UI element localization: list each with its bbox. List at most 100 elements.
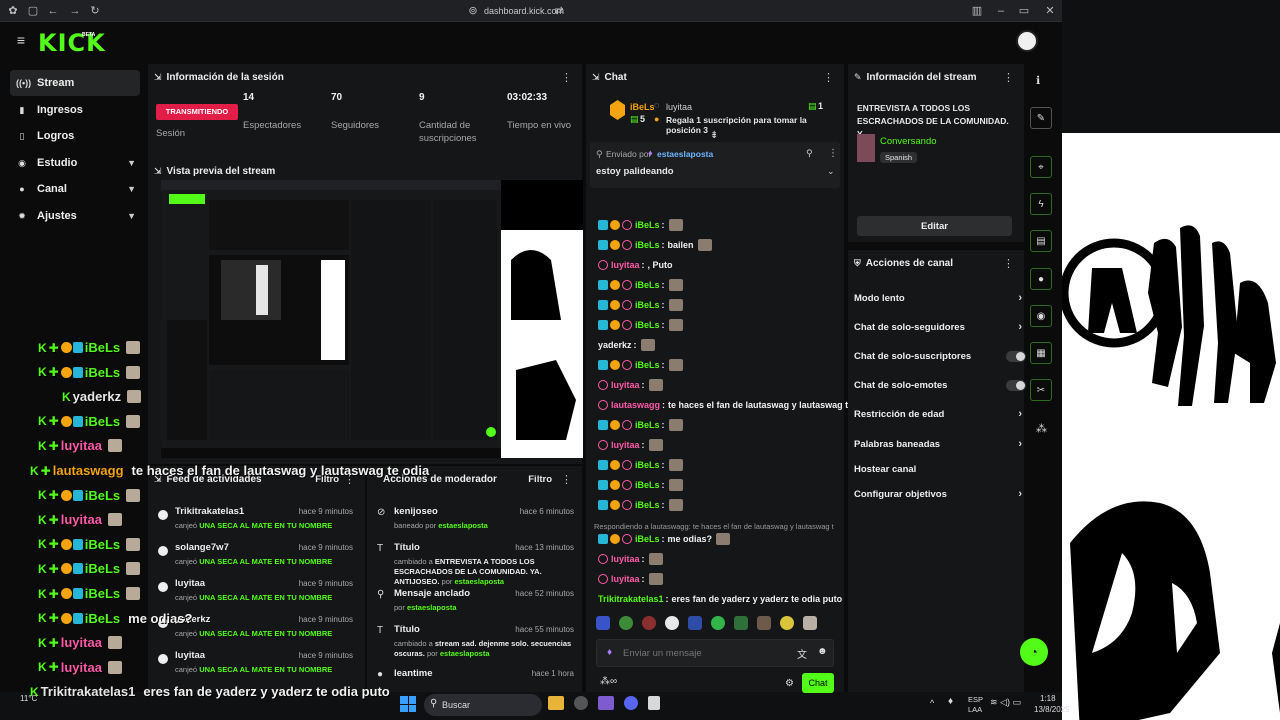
windows-start-icon[interactable] bbox=[400, 696, 416, 712]
sidebar-item-estudio[interactable]: ◉ Estudio ▼ bbox=[10, 150, 140, 176]
emote-icon[interactable] bbox=[619, 616, 633, 630]
language-indicator[interactable]: ESP bbox=[968, 695, 983, 704]
maximize-icon[interactable]: ▭ bbox=[1017, 4, 1031, 18]
connections-icon[interactable]: ⁂ bbox=[1036, 422, 1047, 435]
app-icon[interactable] bbox=[648, 696, 660, 710]
action-host-channel[interactable]: Hostear canal bbox=[854, 459, 1022, 479]
points-icon[interactable]: ⁂∞ bbox=[600, 676, 617, 687]
wifi-icon[interactable]: ≋ ◁) ▭ bbox=[990, 697, 1021, 708]
emote-icon[interactable] bbox=[757, 616, 771, 630]
mod-action-moderator[interactable]: estaeslaposta bbox=[440, 649, 490, 658]
more-options-icon[interactable]: ⋮ bbox=[1003, 257, 1014, 270]
forward-icon[interactable]: → bbox=[68, 4, 82, 18]
clock-date[interactable]: 13/8/2025 bbox=[1034, 705, 1070, 714]
filter-button[interactable]: Filtro bbox=[528, 474, 552, 485]
send-chat-button[interactable]: Chat bbox=[802, 673, 834, 693]
chat-username[interactable]: Trikitrakatelas1 bbox=[598, 594, 664, 604]
file-explorer-icon[interactable] bbox=[548, 696, 564, 710]
more-options-icon[interactable]: ⋮ bbox=[1003, 71, 1014, 84]
browser-menu-icon[interactable]: ✿ bbox=[6, 4, 20, 18]
more-options-icon[interactable]: ⋮ bbox=[823, 71, 834, 84]
chat-settings-icon[interactable]: ⚙ bbox=[785, 678, 794, 689]
more-options-icon[interactable]: ⋮ bbox=[561, 473, 572, 486]
action-followers-only[interactable]: Chat de solo-seguidores › bbox=[854, 317, 1022, 337]
more-options-icon[interactable]: ⋮ bbox=[828, 148, 838, 159]
chat-bubble-icon[interactable]: ● bbox=[1030, 268, 1052, 290]
emote-icon[interactable] bbox=[665, 616, 679, 630]
chat-username[interactable]: yaderkz bbox=[598, 340, 632, 350]
emote-icon[interactable] bbox=[711, 616, 725, 630]
share-icon[interactable]: ⇄ bbox=[552, 4, 566, 18]
gift-promo-text[interactable]: Regala 1 suscripción para tomar la posic… bbox=[666, 115, 844, 135]
collapse-icon[interactable]: ⇟ bbox=[710, 130, 718, 141]
pinned-author[interactable]: estaeslaposta bbox=[657, 149, 713, 159]
browser-app-icon[interactable] bbox=[574, 696, 588, 710]
clock-time[interactable]: 1:18 bbox=[1040, 694, 1056, 703]
chat-username[interactable]: iBeLs bbox=[635, 280, 660, 290]
action-age-restriction[interactable]: Restricción de edad › bbox=[854, 404, 1022, 424]
keyboard-layout[interactable]: LAA bbox=[968, 705, 982, 714]
edit-stream-button[interactable]: Editar bbox=[857, 216, 1012, 236]
sidebar-item-ingresos[interactable]: ▮ Ingresos bbox=[10, 97, 140, 123]
chat-username[interactable]: iBeLs bbox=[635, 534, 660, 544]
chat-username[interactable]: iBeLs bbox=[635, 320, 660, 330]
site-info-icon[interactable]: ⊚ bbox=[466, 4, 480, 18]
taskbar-search[interactable]: ⚲ Buscar bbox=[424, 694, 542, 716]
emote-icon[interactable] bbox=[642, 616, 656, 630]
unpin-icon[interactable]: ⚲ bbox=[806, 148, 813, 159]
emote-icon[interactable] bbox=[734, 616, 748, 630]
layout-icon[interactable]: ▦ bbox=[1030, 342, 1052, 364]
hamburger-menu-icon[interactable]: ≡ bbox=[14, 33, 28, 47]
document-icon[interactable]: ▤ bbox=[1030, 230, 1052, 252]
wrench-icon[interactable]: ✂ bbox=[1030, 379, 1052, 401]
more-options-icon[interactable]: ⋮ bbox=[561, 71, 572, 84]
sidebar-item-logros[interactable]: ▯ Logros bbox=[10, 123, 140, 149]
stream-category[interactable]: Conversando bbox=[880, 136, 937, 147]
chat-username[interactable]: luyitaa bbox=[611, 554, 640, 564]
sidebar-item-stream[interactable]: ((•)) Stream bbox=[10, 70, 140, 96]
emote-picker-icon[interactable]: ☻ bbox=[817, 646, 828, 657]
action-goals[interactable]: Configurar objetivos › bbox=[854, 484, 1022, 504]
chat-username[interactable]: luyitaa bbox=[611, 380, 640, 390]
sidebar-toggle-icon[interactable]: ▢ bbox=[26, 4, 40, 18]
top-gifter-name[interactable]: iBeLs bbox=[630, 102, 655, 112]
split-view-icon[interactable]: ▥ bbox=[970, 4, 984, 18]
chat-message-input[interactable] bbox=[623, 645, 793, 661]
chevron-down-icon[interactable]: ⌄ bbox=[827, 166, 835, 177]
info-icon[interactable]: ℹ bbox=[1036, 74, 1040, 87]
chat-username[interactable]: luyitaa bbox=[611, 260, 640, 270]
mod-action-target[interactable]: kenijoseo bbox=[394, 506, 438, 517]
chat-username[interactable]: iBeLs bbox=[635, 240, 660, 250]
emote-icon[interactable] bbox=[688, 616, 702, 630]
emotes-only-toggle[interactable] bbox=[1006, 379, 1026, 391]
tray-chevron-icon[interactable]: ^ bbox=[930, 698, 934, 708]
pencil-icon[interactable]: ✎ bbox=[1030, 107, 1052, 129]
close-icon[interactable]: ✕ bbox=[1043, 4, 1057, 18]
broadcast-icon[interactable]: ◉ bbox=[1030, 305, 1052, 327]
emote-icon[interactable] bbox=[803, 616, 817, 630]
chat-username[interactable]: luyitaa bbox=[611, 574, 640, 584]
translate-icon[interactable]: 文 bbox=[797, 646, 807, 661]
sidebar-item-canal[interactable]: ● Canal ▼ bbox=[10, 176, 140, 202]
mod-action-moderator[interactable]: estaeslaposta bbox=[454, 577, 504, 586]
chat-username[interactable]: iBeLs bbox=[635, 480, 660, 490]
target-icon[interactable]: ⌖ bbox=[1030, 156, 1052, 178]
mic-icon[interactable]: ♦ bbox=[948, 696, 953, 707]
chat-username[interactable]: iBeLs bbox=[635, 360, 660, 370]
user-avatar[interactable] bbox=[1016, 30, 1038, 52]
subscribers-only-toggle[interactable] bbox=[1006, 350, 1026, 362]
chat-username[interactable]: iBeLs bbox=[635, 500, 660, 510]
mod-action-moderator[interactable]: estaeslaposta bbox=[407, 603, 457, 612]
chat-username[interactable]: iBeLs bbox=[635, 460, 660, 470]
action-slow-mode[interactable]: Modo lento › bbox=[854, 288, 1022, 308]
weather-text[interactable]: 11°C bbox=[20, 694, 37, 703]
kick-logo[interactable]: KICK bbox=[38, 29, 106, 57]
chat-username[interactable]: lautaswagg bbox=[611, 400, 660, 410]
emote-icon[interactable] bbox=[596, 616, 610, 630]
action-banned-words[interactable]: Palabras baneadas › bbox=[854, 434, 1022, 454]
reload-icon[interactable]: ↻ bbox=[88, 4, 102, 18]
sidebar-item-ajustes[interactable]: ✹ Ajustes ▼ bbox=[10, 203, 140, 229]
back-icon[interactable]: ← bbox=[46, 4, 60, 18]
chat-username[interactable]: iBeLs bbox=[635, 220, 660, 230]
emote-icon[interactable] bbox=[780, 616, 794, 630]
